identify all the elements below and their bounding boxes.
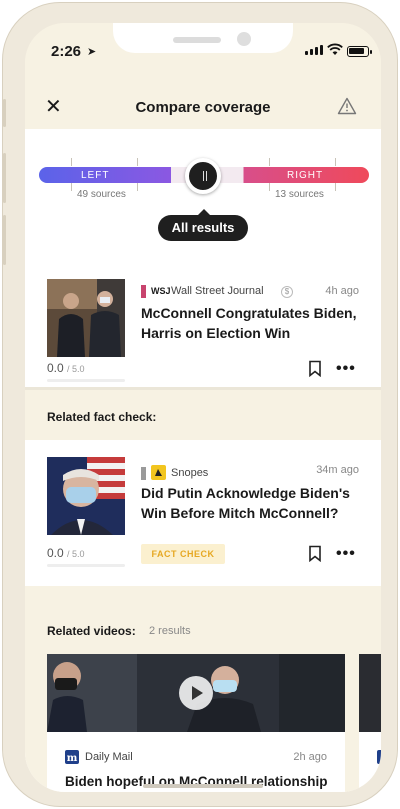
wsj-logo-icon: WSJ: [151, 286, 171, 296]
right-source-count: 13 sources: [275, 189, 324, 200]
status-bar: 2:26 ➤: [25, 23, 381, 77]
bias-right-label: RIGHT: [287, 170, 324, 181]
slider-tick: [137, 158, 138, 166]
volume-down-button: [3, 215, 6, 265]
mute-switch: [3, 99, 6, 127]
cellular-signal-icon: [305, 45, 323, 55]
content-area: LEFT RIGHT 49 sources 13 sources All res…: [25, 129, 381, 792]
svg-text:m: m: [67, 753, 78, 764]
video-headline[interactable]: Biden hopeful on McConnell relationship: [65, 772, 335, 792]
slider-tick: [335, 158, 336, 166]
video-time-ago: 2h ago: [293, 751, 327, 763]
video-thumbnail[interactable]: [359, 654, 381, 732]
rating-value: 0.0: [47, 546, 64, 560]
bookmark-icon[interactable]: [308, 360, 322, 377]
rating-value: 0.0: [47, 361, 64, 375]
fact-check-thumbnail[interactable]: [47, 457, 125, 535]
related-videos-title: Related videos:: [47, 624, 136, 638]
slider-tick: [71, 158, 72, 166]
location-arrow-icon: ➤: [87, 46, 97, 58]
related-videos-count: 2 results: [149, 625, 191, 637]
article-card[interactable]: WSJ Wall Street Journal $ 4h ago McConne…: [25, 261, 381, 387]
rating-max: / 5.0: [67, 364, 85, 374]
phone-frame: 2:26 ➤ ✕ Compare coverage LEFT RIGHT 49 …: [2, 2, 398, 807]
fact-check-rating: 0.0 / 5.0: [47, 546, 85, 560]
slider-tick: [335, 183, 336, 191]
notch: [113, 23, 293, 53]
wifi-icon: [327, 43, 343, 55]
video-card[interactable]: m Daily Mail 2h ago Biden hopeful on McC…: [47, 654, 345, 792]
fact-check-time-ago: 34m ago: [316, 464, 359, 476]
fact-check-card[interactable]: Snopes 34m ago Did Putin Acknowledge Bid…: [25, 440, 381, 586]
article-thumbnail[interactable]: [47, 279, 125, 357]
video-source-name[interactable]: Daily Mail: [85, 751, 133, 763]
app-screen: 2:26 ➤ ✕ Compare coverage LEFT RIGHT 49 …: [25, 23, 381, 792]
article-headline[interactable]: McConnell Congratulates Biden, Harris on…: [141, 303, 361, 343]
left-source-count: 49 sources: [77, 189, 126, 200]
fact-check-title: Related fact check:: [47, 410, 157, 424]
rating-bar: [47, 379, 125, 382]
header: ✕ Compare coverage: [25, 77, 381, 129]
source-bias-marker: [141, 467, 146, 480]
camera: [237, 32, 251, 46]
bias-left-label: LEFT: [81, 170, 110, 181]
speaker: [173, 37, 221, 43]
daily-mail-logo-icon: m: [65, 750, 79, 764]
rating-max: / 5.0: [67, 549, 85, 559]
paywall-icon: $: [281, 286, 293, 298]
snopes-logo-icon: [151, 465, 166, 480]
more-options-icon[interactable]: •••: [336, 545, 356, 563]
daily-mail-logo-icon: [377, 750, 381, 764]
battery-icon: [347, 46, 372, 57]
volume-up-button: [3, 153, 6, 203]
bias-slider-handle[interactable]: [185, 158, 221, 194]
more-options-icon[interactable]: •••: [336, 360, 356, 378]
fact-check-source-name[interactable]: Snopes: [171, 467, 208, 479]
related-videos-section: Related videos: 2 results m Daily Mail 2…: [25, 586, 381, 792]
warning-icon[interactable]: [337, 97, 357, 115]
slider-tick: [137, 183, 138, 191]
status-time: 2:26: [51, 43, 82, 60]
home-indicator: [143, 784, 263, 788]
fact-check-header: Related fact check:: [25, 390, 381, 440]
slider-tick: [269, 183, 270, 191]
fact-check-badge: FACT CHECK: [141, 544, 225, 564]
play-icon[interactable]: [179, 676, 213, 710]
selected-filter-tooltip: All results: [158, 209, 248, 241]
article-source-name[interactable]: Wall Street Journal: [171, 285, 264, 297]
slider-tick: [71, 183, 72, 191]
rating-bar: [47, 564, 125, 567]
slider-tick: [269, 158, 270, 166]
article-rating: 0.0 / 5.0: [47, 361, 85, 375]
fact-check-headline[interactable]: Did Putin Acknowledge Biden's Win Before…: [141, 483, 361, 523]
source-bias-marker: [141, 285, 146, 298]
article-time-ago: 4h ago: [325, 285, 359, 297]
video-thumbnail[interactable]: [47, 654, 345, 732]
bookmark-icon[interactable]: [308, 545, 322, 562]
video-card-next[interactable]: [359, 654, 381, 792]
page-title: Compare coverage: [135, 99, 271, 116]
